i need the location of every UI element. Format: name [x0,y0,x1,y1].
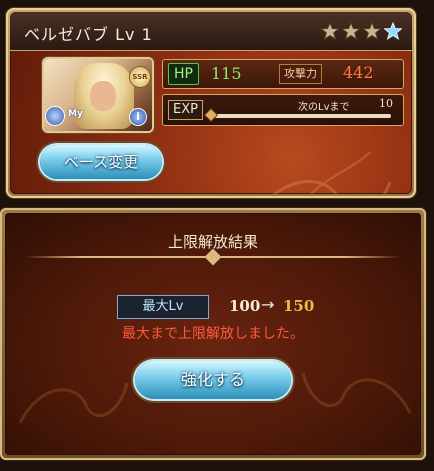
star-filled-icon [363,22,381,40]
portrait-face [90,81,116,111]
character-card-body: ベルゼバブ Lv 1 SSR My i HP 115 攻撃力 442 EXP 次… [10,12,412,194]
character-header: ベルゼバブ Lv 1 [10,12,412,51]
star-filled-icon [321,22,339,40]
ssr-badge-icon: SSR [130,67,150,87]
star-filled-icon [342,22,360,40]
stat-panel: HP 115 攻撃力 442 [162,59,404,89]
element-icon [46,107,64,125]
exp-panel: EXP 次のLvまで 10 [162,94,404,126]
character-card: ベルゼバブ Lv 1 SSR My i HP 115 攻撃力 442 EXP 次… [6,8,416,198]
rarity-stars [321,22,402,40]
result-panel-body: 上限解放結果 最大Lv 100 → 150 最大まで上限解放しました。 強化する [5,213,421,455]
max-level-label: 最大Lv [117,295,209,319]
character-portrait[interactable]: SSR My i [44,59,152,131]
result-message: 最大まで上限解放しました。 [122,326,304,342]
exp-progress-bar [211,114,391,118]
character-name: ベルゼバブ Lv 1 [24,25,153,44]
attack-value: 442 [343,63,374,82]
new-max-level: 150 [283,297,315,315]
exp-label: EXP [168,100,203,120]
limit-break-result-panel: 上限解放結果 最大Lv 100 → 150 最大まで上限解放しました。 強化する [0,208,426,460]
ornament-swirl [18,382,129,424]
next-level-label: 次のLvまで [298,102,350,113]
next-level-value: 10 [379,97,393,110]
hp-value: 115 [211,64,242,83]
exp-marker-icon [205,109,217,121]
old-max-level: 100 [229,297,261,315]
ornament-swirl [301,372,412,414]
attack-label: 攻撃力 [279,64,322,84]
base-change-button[interactable]: ベース変更 [40,145,162,179]
arrow-right-icon: → [261,295,275,314]
my-badge: My [68,109,83,119]
star-blue-icon [384,22,402,40]
enhance-button[interactable]: 強化する [135,361,291,399]
hp-label: HP [168,63,199,85]
info-icon[interactable]: i [130,109,146,125]
